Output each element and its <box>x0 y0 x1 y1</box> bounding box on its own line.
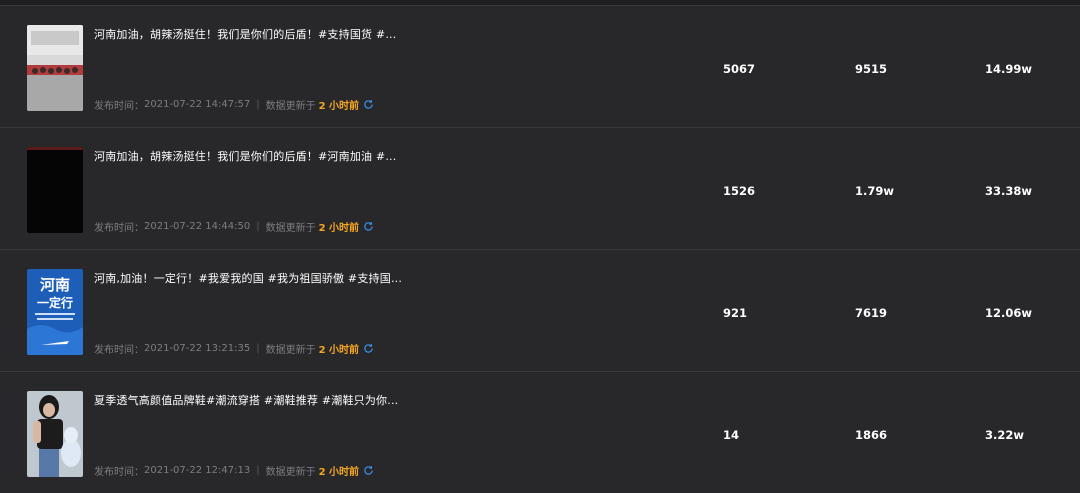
crowd-photo-image <box>27 25 83 111</box>
video-meta: 发布时间： 2021-07-22 12:47:13 | 数据更新于 2 小时前 <box>94 463 374 478</box>
video-thumbnail[interactable] <box>27 391 83 477</box>
list-item[interactable]: 夏季透气高颜值品牌鞋#潮流穿搭 #潮鞋推荐 #潮鞋只为你... 发布时间： 20… <box>0 371 1080 493</box>
video-title[interactable]: 河南加油，胡辣汤挺住！我们是你们的后盾！#支持国货 #... <box>94 26 396 42</box>
list-item[interactable]: 河南 一定行 河南,加油！一定行！#我爱我的国 #我为祖国骄傲 #支持国... … <box>0 249 1080 371</box>
update-label: 数据更新于 <box>265 101 316 112</box>
refresh-icon[interactable] <box>363 221 374 232</box>
update-ago: 2 小时前 <box>318 223 360 234</box>
publish-time-label: 发布时间： <box>94 345 144 356</box>
stat-value-2: 1.79w <box>855 184 894 198</box>
update-ago: 2 小时前 <box>318 345 360 356</box>
meta-divider: | <box>256 343 260 354</box>
update-label: 数据更新于 <box>265 345 316 356</box>
list-item[interactable]: 河南加油，胡辣汤挺住！我们是你们的后盾！#河南加油 #... 发布时间： 202… <box>0 127 1080 249</box>
list-item[interactable]: 河南加油，胡辣汤挺住！我们是你们的后盾！#支持国货 #... 发布时间： 202… <box>0 5 1080 127</box>
video-meta: 发布时间： 2021-07-22 14:44:50 | 数据更新于 2 小时前 <box>94 219 374 234</box>
update-label: 数据更新于 <box>265 467 316 478</box>
publish-time: 2021-07-22 14:44:50 <box>144 221 251 232</box>
refresh-icon[interactable] <box>363 465 374 476</box>
video-meta: 发布时间： 2021-07-22 13:21:35 | 数据更新于 2 小时前 <box>94 341 374 356</box>
refresh-icon[interactable] <box>363 99 374 110</box>
update-label: 数据更新于 <box>265 223 316 234</box>
video-title[interactable]: 河南,加油！一定行！#我爱我的国 #我为祖国骄傲 #支持国... <box>94 270 402 286</box>
video-thumbnail[interactable]: 河南 一定行 <box>27 269 83 355</box>
stat-value-1: 5067 <box>723 62 756 76</box>
dark-video-image <box>27 147 83 233</box>
stat-value-3: 3.22w <box>985 428 1024 442</box>
henan-poster-image: 河南 一定行 <box>27 269 83 355</box>
meta-divider: | <box>256 99 260 110</box>
refresh-icon[interactable] <box>363 343 374 354</box>
video-title[interactable]: 河南加油，胡辣汤挺住！我们是你们的后盾！#河南加油 #... <box>94 148 396 164</box>
meta-divider: | <box>256 221 260 232</box>
video-thumbnail[interactable] <box>27 147 83 233</box>
stat-value-1: 1526 <box>723 184 756 198</box>
publish-time-label: 发布时间： <box>94 467 144 478</box>
stat-value-3: 12.06w <box>985 306 1032 320</box>
publish-time-label: 发布时间： <box>94 101 144 112</box>
publish-time-label: 发布时间： <box>94 223 144 234</box>
stat-value-2: 7619 <box>855 306 888 320</box>
stat-value-1: 921 <box>723 306 748 320</box>
stat-value-2: 1866 <box>855 428 888 442</box>
stat-value-2: 9515 <box>855 62 888 76</box>
stat-value-3: 33.38w <box>985 184 1032 198</box>
video-thumbnail[interactable] <box>27 25 83 111</box>
video-title[interactable]: 夏季透气高颜值品牌鞋#潮流穿搭 #潮鞋推荐 #潮鞋只为你... <box>94 392 398 408</box>
update-ago: 2 小时前 <box>318 467 360 478</box>
publish-time: 2021-07-22 14:47:57 <box>144 99 251 110</box>
person-photo-image <box>27 391 83 477</box>
video-meta: 发布时间： 2021-07-22 14:47:57 | 数据更新于 2 小时前 <box>94 97 374 112</box>
publish-time: 2021-07-22 12:47:13 <box>144 465 251 476</box>
publish-time: 2021-07-22 13:21:35 <box>144 343 251 354</box>
stat-value-1: 14 <box>723 428 740 442</box>
meta-divider: | <box>256 465 260 476</box>
poster-text-1: 河南 <box>40 276 70 294</box>
video-list: 河南加油，胡辣汤挺住！我们是你们的后盾！#支持国货 #... 发布时间： 202… <box>0 0 1080 493</box>
stat-value-3: 14.99w <box>985 62 1032 76</box>
poster-text-2: 一定行 <box>37 295 73 310</box>
update-ago: 2 小时前 <box>318 101 360 112</box>
